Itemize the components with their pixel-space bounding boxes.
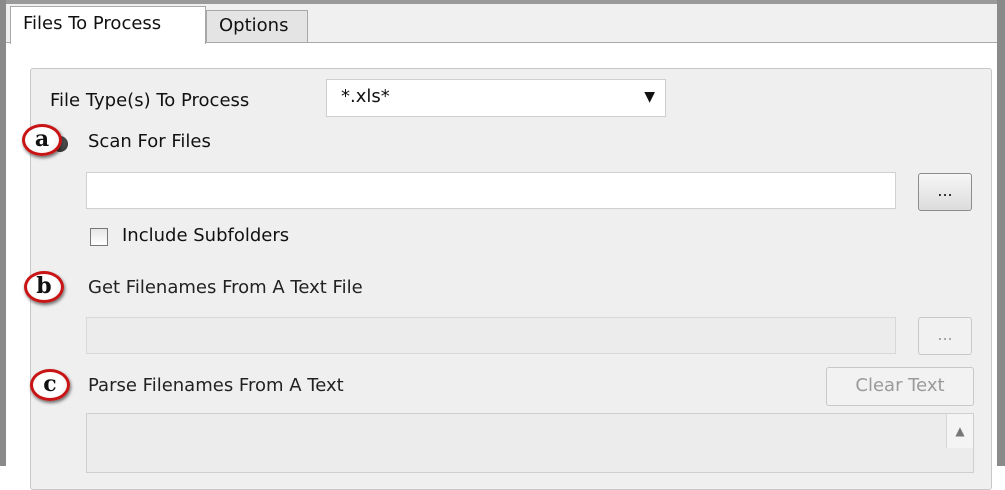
include-subfolders-label: Include Subfolders: [122, 225, 290, 246]
file-types-select[interactable]: *.xls* ▼: [326, 79, 666, 117]
parse-filenames-label[interactable]: Parse Filenames From A Text: [88, 375, 344, 396]
scan-browse-button[interactable]: ...: [918, 173, 972, 211]
textfile-browse-button[interactable]: ...: [918, 317, 972, 355]
file-types-label: File Type(s) To Process: [50, 90, 250, 111]
get-filenames-textfile-label[interactable]: Get Filenames From A Text File: [88, 277, 363, 298]
tab-options[interactable]: Options: [206, 10, 308, 42]
annotation-badge-b: b: [24, 271, 64, 303]
scroll-up-arrow-icon[interactable]: ▲: [946, 414, 973, 448]
annotation-badge-c: c: [30, 369, 70, 401]
scan-for-files-label: Scan For Files: [88, 131, 211, 152]
parse-text-area[interactable]: ▲: [86, 413, 974, 473]
chevron-down-icon[interactable]: ▼: [644, 80, 655, 114]
clear-text-button[interactable]: Clear Text: [826, 367, 974, 406]
tab-files-to-process[interactable]: Files To Process: [10, 6, 206, 44]
window-frame-right: [997, 0, 1005, 466]
file-types-value: *.xls*: [341, 86, 390, 107]
textfile-path-input[interactable]: [86, 317, 896, 354]
scan-folder-input[interactable]: [86, 172, 896, 209]
include-subfolders-checkbox[interactable]: [90, 228, 108, 246]
annotation-badge-a: a: [22, 124, 62, 156]
